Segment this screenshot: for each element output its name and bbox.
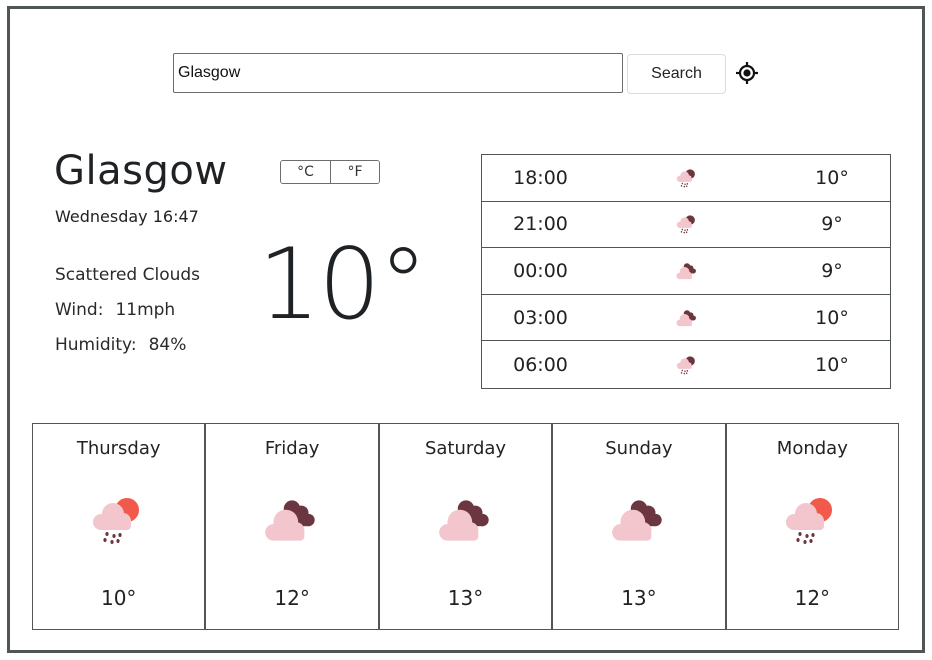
daily-card: Monday 12° — [727, 424, 898, 629]
day-rain-icon — [33, 492, 204, 548]
hourly-row: 03:00 10° — [482, 295, 890, 342]
search-input[interactable] — [173, 53, 623, 93]
humidity-value: 84% — [148, 335, 187, 355]
hourly-time: 18:00 — [513, 166, 568, 189]
day-temp: 13° — [621, 586, 657, 610]
current-datetime: Wednesday 16:47 — [55, 207, 199, 226]
broken-clouds-icon — [599, 307, 774, 329]
night-rain-icon — [599, 354, 774, 376]
hourly-time: 21:00 — [513, 213, 568, 236]
hourly-temp: 10° — [815, 306, 849, 329]
wind-value: 11mph — [115, 300, 176, 320]
wind-label: Wind: — [55, 300, 104, 320]
hourly-row: 06:00 10° — [482, 341, 890, 388]
humidity-info: Humidity: 84% — [55, 335, 186, 355]
unit-toggle: °C °F — [280, 160, 380, 184]
celsius-button[interactable]: °C — [281, 161, 330, 183]
day-name: Monday — [776, 438, 848, 459]
daily-forecast: Thursday 10° Friday 12° Saturday 13° Sun… — [32, 423, 899, 630]
city-name: Glasgow — [54, 148, 228, 194]
broken-clouds-icon — [206, 492, 377, 548]
humidity-label: Humidity: — [55, 335, 137, 355]
hourly-temp: 10° — [815, 353, 849, 376]
daily-card: Thursday 10° — [33, 424, 207, 629]
night-rain-icon — [676, 215, 695, 234]
search-button[interactable]: Search — [627, 54, 726, 94]
broken-clouds-icon — [599, 260, 774, 282]
hourly-row: 00:00 9° — [482, 248, 890, 295]
current-temperature: 10° — [258, 228, 428, 342]
night-rain-icon — [676, 356, 695, 375]
hourly-time: 03:00 — [513, 306, 568, 329]
broken-clouds-icon — [553, 492, 724, 548]
day-rain-icon — [92, 498, 139, 544]
day-name: Sunday — [605, 438, 673, 459]
day-temp: 12° — [274, 586, 310, 610]
night-rain-icon — [676, 169, 695, 188]
hourly-forecast: 18:00 10° 21:00 9° 00:00 9° 03:00 10° 06… — [481, 154, 891, 389]
hourly-time: 06:00 — [513, 353, 568, 376]
day-temp: 12° — [794, 586, 831, 610]
broken-clouds-icon — [675, 263, 696, 280]
day-temp: 13° — [447, 586, 484, 610]
hourly-temp: 9° — [821, 259, 843, 282]
broken-clouds-icon — [675, 309, 696, 326]
daily-card: Sunday 13° — [553, 424, 727, 629]
wind-info: Wind: 11mph — [55, 300, 175, 320]
hourly-time: 00:00 — [513, 259, 568, 282]
day-name: Saturday — [424, 438, 507, 459]
night-rain-icon — [599, 167, 774, 189]
hourly-temp: 10° — [815, 166, 849, 189]
crosshair-location-icon[interactable] — [735, 61, 759, 85]
daily-card: Saturday 13° — [380, 424, 554, 629]
daily-card: Friday 12° — [206, 424, 380, 629]
night-rain-icon — [599, 213, 774, 235]
hourly-temp: 9° — [821, 213, 843, 236]
day-temp: 10° — [100, 586, 137, 610]
broken-clouds-icon — [265, 500, 315, 541]
day-name: Thursday — [76, 438, 161, 459]
day-rain-icon — [727, 492, 898, 548]
broken-clouds-icon — [438, 500, 489, 541]
weather-description: Scattered Clouds — [55, 265, 201, 285]
day-rain-icon — [786, 498, 833, 544]
day-name: Friday — [264, 438, 320, 459]
hourly-row: 21:00 9° — [482, 202, 890, 249]
broken-clouds-icon — [380, 492, 551, 548]
hourly-row: 18:00 10° — [482, 155, 890, 202]
fahrenheit-button[interactable]: °F — [330, 161, 379, 183]
broken-clouds-icon — [612, 500, 662, 541]
